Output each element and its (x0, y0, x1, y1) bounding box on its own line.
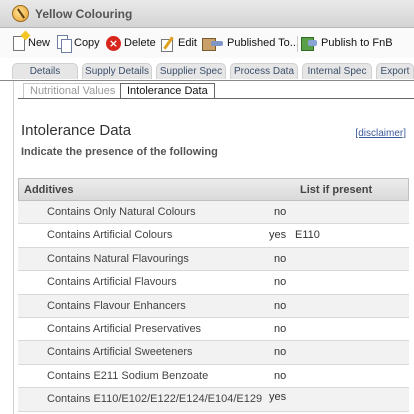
subtab-intolerance-data[interactable]: Intolerance Data (120, 83, 215, 99)
row-label: Contains Artificial Flavours (47, 276, 177, 289)
row-list: E110 (295, 229, 320, 242)
title-bar: Yellow Colouring (0, 0, 414, 28)
publish-fnb-icon (301, 35, 318, 51)
tab-details[interactable]: Details (12, 63, 78, 79)
delete-button[interactable]: × Delete (106, 33, 156, 53)
column-header-additives: Additives (24, 184, 74, 196)
table-row: Contains Artificial Preservatives no (18, 318, 409, 342)
tab-supply-details[interactable]: Supply Details (82, 63, 152, 79)
row-label: Contains E110/E102/E122/E124/E104/E129 (47, 393, 263, 406)
table-row: Contains Artificial Colours yes E110 (18, 224, 409, 248)
publish-icon (202, 36, 224, 51)
intolerance-table: Additives List if present Contains Only … (18, 178, 409, 412)
content-left-border (13, 81, 14, 414)
table-row: Contains Artificial Sweeteners no (18, 341, 409, 365)
row-value: no (274, 252, 287, 265)
toolbar-divider (297, 36, 298, 52)
row-label: Contains Only Natural Colours (47, 206, 196, 218)
edit-button-label: Edit (178, 37, 197, 49)
row-value: no (274, 322, 287, 335)
table-header: Additives List if present (18, 178, 409, 201)
row-value: no (274, 206, 287, 218)
published-to-label: Published To... (227, 37, 299, 49)
row-value: yes (269, 229, 287, 242)
tabs-divider (0, 80, 414, 81)
row-value: no (274, 276, 287, 289)
page-title: Intolerance Data (21, 122, 132, 139)
tab-internal-spec[interactable]: Internal Spec (302, 63, 372, 79)
toolbar: New Copy × Delete Edit Published To... P… (0, 28, 414, 58)
row-label: Contains E211 Sodium Benzoate (47, 369, 209, 382)
tab-export[interactable]: Export (376, 63, 414, 79)
row-value: yes (269, 391, 287, 404)
row-label: Contains Natural Flavourings (47, 252, 189, 265)
new-button-label: New (28, 37, 51, 49)
publish-fnb-button[interactable]: Publish to FnB (301, 33, 393, 53)
delete-icon: × (106, 35, 121, 51)
column-header-list-if-present: List if present (300, 184, 373, 196)
copy-icon (57, 35, 72, 53)
disclaimer-link[interactable]: [disclaimer] (355, 128, 406, 139)
published-to-button[interactable]: Published To... (202, 33, 299, 53)
page-subtitle: Indicate the presence of the following (21, 146, 218, 158)
delete-button-label: Delete (124, 37, 156, 49)
subtab-nutritional-values[interactable]: Nutritional Values (23, 83, 123, 98)
row-value: no (274, 299, 287, 312)
edit-icon (160, 36, 175, 52)
new-document-icon (13, 35, 25, 51)
publish-fnb-label: Publish to FnB (321, 37, 393, 49)
main-tabs: Details Supply Details Supplier Spec Pro… (0, 58, 414, 80)
table-row: Contains E211 Sodium Benzoate no (18, 365, 409, 389)
table-row: Contains E110/E102/E122/E124/E104/E129 y… (18, 388, 409, 412)
row-label: Contains Artificial Colours (47, 229, 173, 242)
subtabs-divider (18, 98, 414, 99)
copy-button[interactable]: Copy (57, 33, 100, 53)
tab-process-data[interactable]: Process Data (230, 63, 298, 79)
table-row: Contains Artificial Flavours no (18, 271, 409, 295)
edit-button[interactable]: Edit (160, 33, 197, 53)
row-label: Contains Artificial Sweeteners (47, 346, 193, 359)
row-label: Contains Flavour Enhancers (47, 299, 186, 312)
tab-supplier-spec[interactable]: Supplier Spec (156, 63, 226, 79)
new-button[interactable]: New (13, 33, 50, 53)
row-value: no (274, 369, 287, 382)
row-label: Contains Artificial Preservatives (47, 322, 202, 335)
table-row: Contains Only Natural Colours no (18, 201, 409, 225)
row-value: no (274, 346, 287, 359)
window-title: Yellow Colouring (35, 7, 133, 21)
table-row: Contains Flavour Enhancers no (18, 294, 409, 318)
paint-icon (12, 5, 29, 22)
table-row: Contains Natural Flavourings no (18, 247, 409, 272)
copy-button-label: Copy (74, 37, 100, 49)
